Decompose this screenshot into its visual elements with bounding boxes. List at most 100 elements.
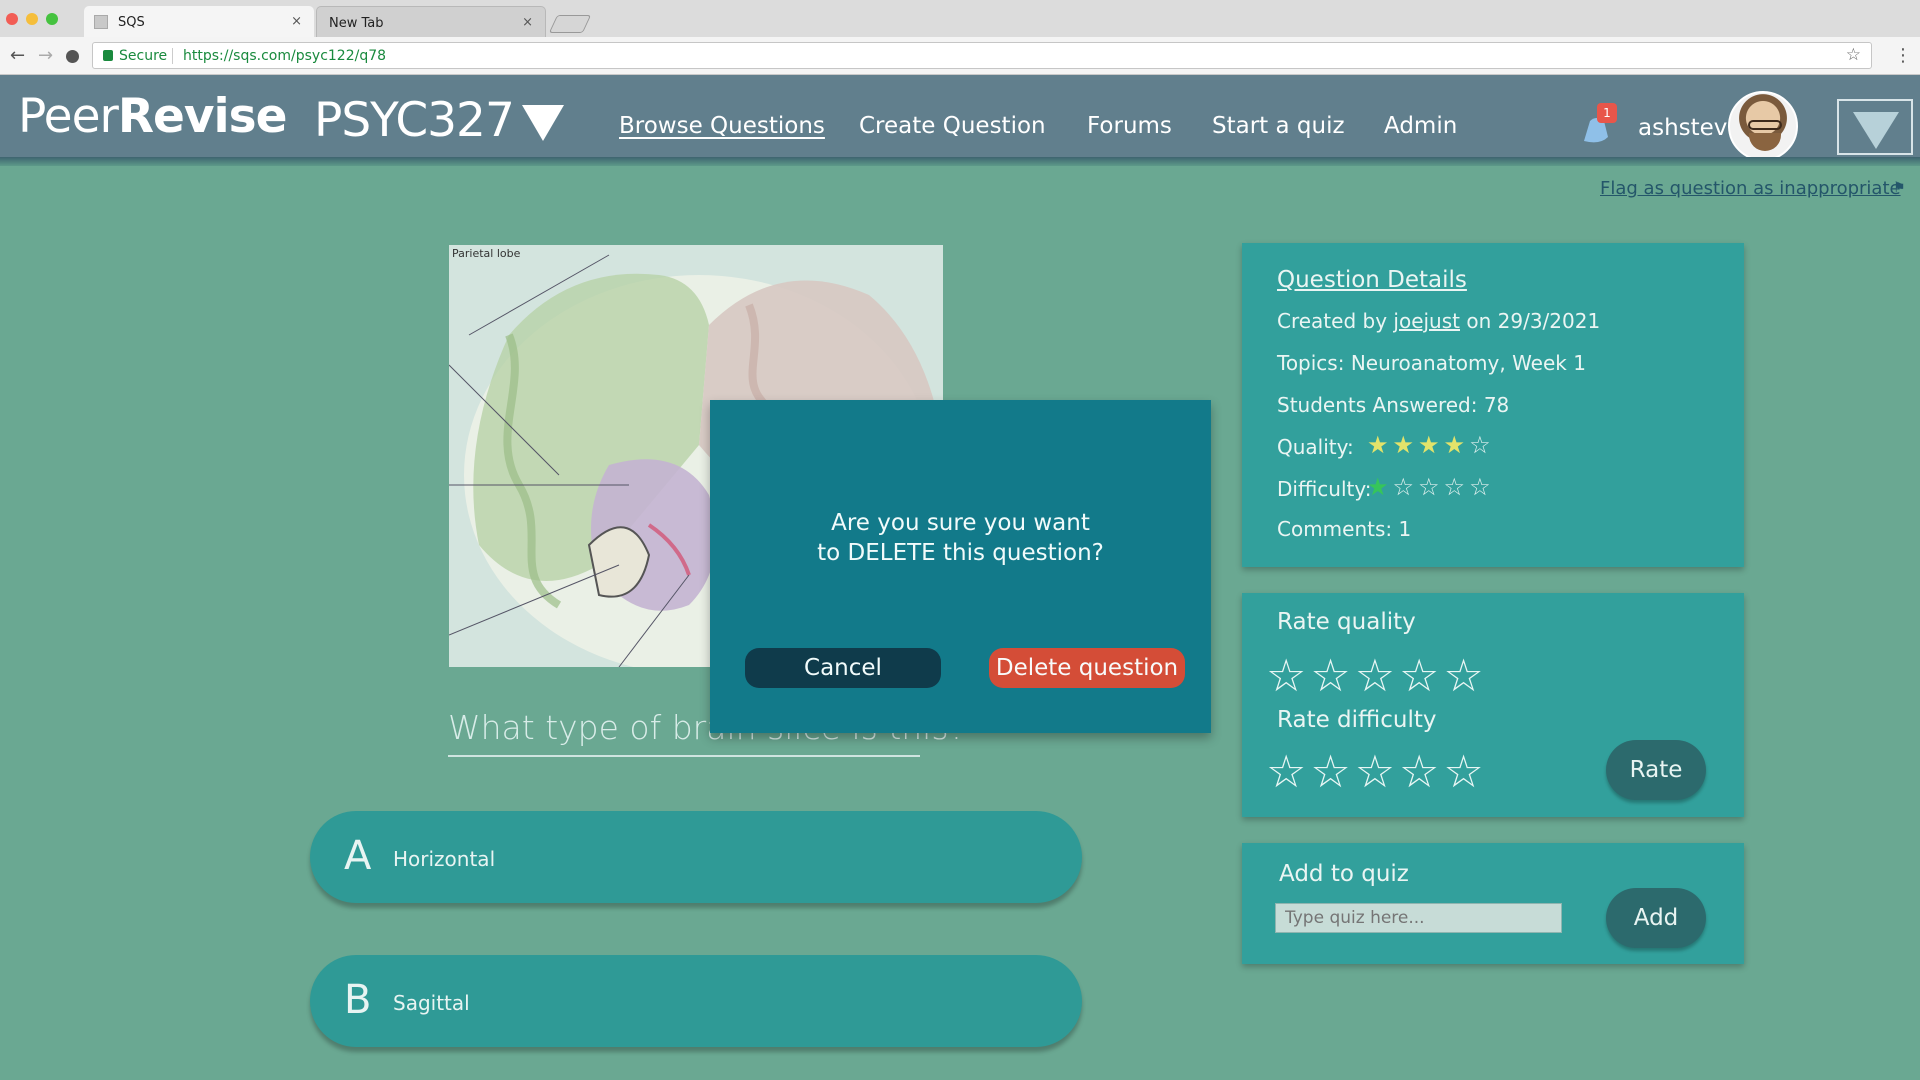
page-favicon-icon: [94, 15, 108, 29]
created-prefix: Created by: [1277, 309, 1388, 333]
tab-label: SQS: [118, 15, 145, 30]
quality-stars: ★★★★☆: [1367, 431, 1495, 459]
answer-option-a[interactable]: A Horizontal: [310, 811, 1082, 903]
nav-forums[interactable]: Forums: [1087, 115, 1172, 138]
add-to-quiz-button[interactable]: Add: [1606, 888, 1706, 948]
header-shadow: [0, 157, 1920, 166]
app-header: PeerRevise PSYC327 Browse Questions Crea…: [0, 75, 1920, 161]
rate-star-icon[interactable]: ☆: [1355, 745, 1399, 798]
star-empty-icon: ☆: [1469, 431, 1495, 459]
rate-difficulty-stars[interactable]: ☆☆☆☆☆: [1266, 749, 1488, 794]
close-tab-icon[interactable]: ×: [522, 15, 533, 30]
browser-tab-bar: SQS × New Tab ×: [0, 0, 1920, 37]
tab-label: New Tab: [329, 16, 384, 31]
reload-icon[interactable]: [66, 50, 79, 63]
answer-letter: B: [344, 977, 372, 1023]
confirmation-line-1: Are you sure you want: [831, 510, 1090, 536]
avatar-beard: [1749, 133, 1781, 151]
delete-confirmation-message: Are you sure you want to DELETE this que…: [710, 508, 1211, 568]
course-dropdown-caret-icon[interactable]: [522, 105, 564, 141]
star-empty-icon: ☆: [1469, 473, 1495, 501]
topics-line: Topics: Neuroanatomy, Week 1: [1277, 351, 1586, 375]
nav-create-question[interactable]: Create Question: [859, 115, 1046, 138]
notification-count-badge: 1: [1597, 103, 1617, 123]
rate-star-icon[interactable]: ☆: [1399, 745, 1443, 798]
lock-icon: [103, 50, 113, 61]
nav-admin[interactable]: Admin: [1384, 115, 1457, 138]
question-details-panel: Question Details Created by joejust on 2…: [1242, 243, 1744, 567]
image-caption: Parietal lobe: [452, 247, 521, 260]
logo-light-text: Peer: [18, 89, 119, 144]
bookmark-star-icon[interactable]: ☆: [1846, 45, 1861, 65]
add-to-quiz-title: Add to quiz: [1279, 861, 1409, 887]
star-empty-icon: ☆: [1392, 473, 1419, 501]
username[interactable]: ashstev: [1638, 115, 1727, 141]
maximize-window-icon[interactable]: [46, 13, 58, 25]
rate-panel: Rate quality ☆☆☆☆☆ Rate difficulty ☆☆☆☆☆…: [1242, 593, 1744, 817]
rate-difficulty-label: Rate difficulty: [1277, 707, 1437, 733]
rate-star-icon[interactable]: ☆: [1355, 649, 1399, 702]
close-window-icon[interactable]: [6, 13, 18, 25]
answer-text: Horizontal: [393, 847, 496, 871]
browser-tab-sqs[interactable]: SQS ×: [84, 6, 314, 37]
flag-icon[interactable]: ⚑: [1893, 180, 1906, 196]
created-by-line: Created by joejust on 29/3/2021: [1277, 309, 1600, 333]
rate-quality-label: Rate quality: [1277, 609, 1416, 635]
created-date: on 29/3/2021: [1466, 309, 1601, 333]
star-filled-icon: ★: [1443, 431, 1470, 459]
rate-quality-stars[interactable]: ☆☆☆☆☆: [1266, 653, 1488, 698]
star-filled-icon: ★: [1367, 431, 1393, 459]
delete-question-button[interactable]: Delete question: [989, 648, 1185, 688]
star-empty-icon: ☆: [1418, 473, 1444, 501]
avatar-glasses: [1748, 120, 1782, 130]
rate-star-icon[interactable]: ☆: [1310, 745, 1354, 798]
back-arrow-icon[interactable]: ←: [10, 45, 25, 66]
comments-line[interactable]: Comments: 1: [1277, 517, 1411, 541]
star-empty-icon: ☆: [1443, 473, 1470, 501]
browser-tab-new[interactable]: New Tab ×: [316, 6, 546, 37]
quality-label: Quality:: [1277, 435, 1354, 459]
peerrevise-logo[interactable]: PeerRevise: [18, 89, 287, 144]
star-filled-icon: ★: [1367, 473, 1393, 501]
address-bar[interactable]: Secure https://sqs.com/psyc122/q78 ☆: [92, 42, 1872, 69]
rate-star-icon[interactable]: ☆: [1443, 649, 1487, 702]
nav-start-quiz[interactable]: Start a quiz: [1212, 115, 1345, 138]
nav-browse-questions[interactable]: Browse Questions: [619, 115, 825, 138]
question-underline: [448, 755, 920, 757]
address-divider: [172, 48, 173, 64]
answer-letter: A: [344, 833, 372, 879]
browser-menu-icon[interactable]: ⋮: [1894, 45, 1912, 66]
rate-star-icon[interactable]: ☆: [1443, 745, 1487, 798]
minimize-window-icon[interactable]: [26, 13, 38, 25]
new-tab-button[interactable]: [548, 15, 592, 33]
answer-text: Sagittal: [393, 991, 470, 1015]
star-filled-icon: ★: [1418, 431, 1444, 459]
star-filled-icon: ★: [1392, 431, 1419, 459]
url-text[interactable]: https://sqs.com/psyc122/q78: [183, 48, 386, 64]
cancel-button[interactable]: Cancel: [745, 648, 941, 688]
rate-star-icon[interactable]: ☆: [1266, 649, 1310, 702]
add-to-quiz-panel: Add to quiz Add: [1242, 843, 1744, 964]
question-details-title[interactable]: Question Details: [1277, 267, 1467, 293]
secure-label: Secure: [119, 48, 168, 64]
answer-option-b[interactable]: B Sagittal: [310, 955, 1082, 1047]
delete-confirmation-dialog: Are you sure you want to DELETE this que…: [710, 400, 1211, 733]
browser-toolbar: ← → Secure https://sqs.com/psyc122/q78 ☆…: [0, 37, 1920, 75]
avatar[interactable]: [1728, 91, 1798, 161]
author-link[interactable]: joejust: [1393, 309, 1460, 333]
difficulty-stars: ★☆☆☆☆: [1367, 473, 1495, 501]
logo-bold-text: Revise: [117, 89, 288, 144]
flag-question-link[interactable]: Flag as question as inappropriate: [1600, 178, 1901, 199]
menu-toggle-button[interactable]: [1837, 99, 1913, 155]
rate-star-icon[interactable]: ☆: [1266, 745, 1310, 798]
rate-star-icon[interactable]: ☆: [1399, 649, 1443, 702]
rate-button[interactable]: Rate: [1606, 740, 1706, 800]
menu-triangle-icon: [1853, 112, 1899, 149]
quiz-name-input[interactable]: [1275, 903, 1562, 933]
students-answered-line: Students Answered: 78: [1277, 393, 1510, 417]
forward-arrow-icon[interactable]: →: [38, 45, 53, 66]
course-selector[interactable]: PSYC327: [314, 93, 515, 148]
close-tab-icon[interactable]: ×: [291, 14, 302, 29]
rate-star-icon[interactable]: ☆: [1310, 649, 1354, 702]
confirmation-line-2: to DELETE this question?: [817, 540, 1104, 566]
